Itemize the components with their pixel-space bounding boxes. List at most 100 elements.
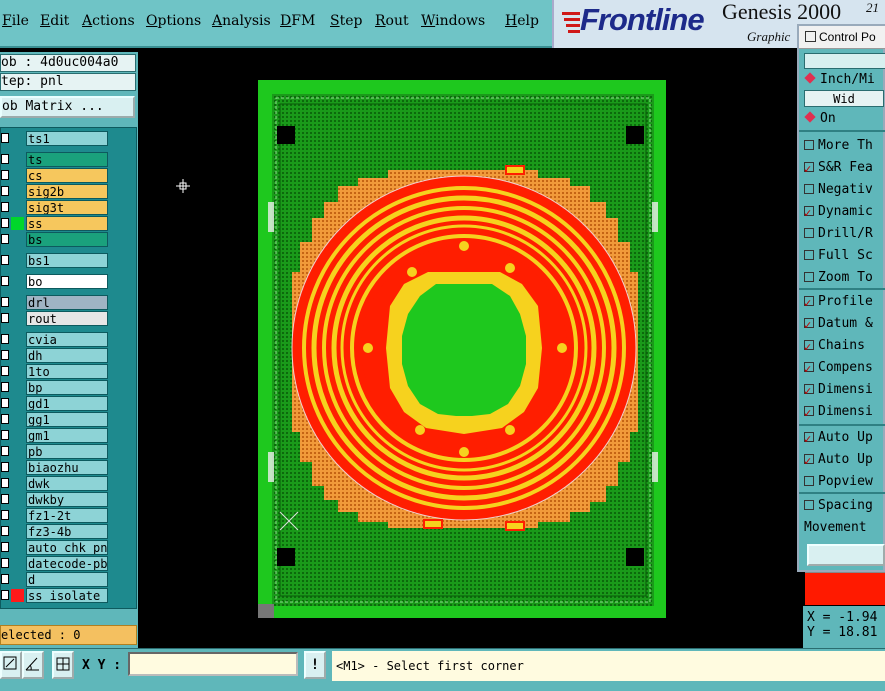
layer-row[interactable]: pb [1, 443, 137, 459]
layer-checkbox[interactable] [1, 462, 9, 472]
layer-checkbox[interactable] [1, 154, 9, 164]
zoom-tool-button[interactable] [0, 651, 22, 679]
checkbox-icon[interactable] [804, 250, 814, 260]
layer-swatch[interactable] [11, 333, 24, 346]
layer-row[interactable]: drl [1, 294, 137, 310]
graphic-canvas[interactable] [138, 52, 802, 648]
layer-checkbox[interactable] [1, 202, 9, 212]
layer-swatch[interactable] [11, 573, 24, 586]
layer-row[interactable]: dh [1, 347, 137, 363]
checkbox-checked-icon[interactable] [804, 451, 814, 470]
checkbox-checked-icon[interactable] [804, 359, 814, 378]
menu-edit[interactable]: Edit [40, 13, 69, 29]
layer-swatch[interactable] [11, 397, 24, 410]
layer-swatch[interactable] [11, 365, 24, 378]
layer-row[interactable]: bp [1, 379, 137, 395]
checkbox-checked-icon[interactable] [804, 159, 814, 178]
layer-row[interactable]: bs1 [1, 252, 137, 268]
layer-swatch[interactable] [11, 445, 24, 458]
checkbox-checked-icon[interactable] [804, 429, 814, 448]
layer-checkbox[interactable] [1, 446, 9, 456]
checkbox-checked-icon[interactable] [804, 381, 814, 400]
layer-row[interactable]: datecode-pb [1, 555, 137, 571]
layer-row[interactable]: bs [1, 231, 137, 247]
layer-swatch[interactable] [11, 275, 24, 288]
layer-swatch[interactable] [11, 589, 24, 602]
layer-checkbox[interactable] [1, 313, 9, 323]
layer-swatch[interactable] [11, 493, 24, 506]
menu-help[interactable]: Help [505, 13, 539, 29]
layer-row[interactable]: cs [1, 167, 137, 183]
option-checkbox[interactable]: S&R Fea [804, 158, 885, 178]
checkbox-icon[interactable] [804, 500, 814, 510]
layer-checkbox[interactable] [1, 234, 9, 244]
layer-swatch[interactable] [11, 477, 24, 490]
layer-swatch[interactable] [11, 233, 24, 246]
option-checkbox[interactable]: Chains [804, 336, 885, 356]
layer-swatch[interactable] [11, 557, 24, 570]
layer-checkbox[interactable] [1, 494, 9, 504]
menu-rout[interactable]: Rout [375, 13, 409, 29]
layer-swatch[interactable] [11, 312, 24, 325]
checkbox-icon[interactable] [804, 184, 814, 194]
layer-swatch[interactable] [11, 525, 24, 538]
layer-checkbox[interactable] [1, 590, 9, 600]
layer-checkbox[interactable] [1, 558, 9, 568]
layer-checkbox[interactable] [1, 218, 9, 228]
layer-checkbox[interactable] [1, 526, 9, 536]
layer-swatch[interactable] [11, 381, 24, 394]
units-radio[interactable]: Inch/Mi [804, 70, 885, 90]
layer-checkbox[interactable] [1, 430, 9, 440]
layer-checkbox[interactable] [1, 334, 9, 344]
layer-swatch[interactable] [11, 153, 24, 166]
layer-checkbox[interactable] [1, 366, 9, 376]
layer-checkbox[interactable] [1, 276, 9, 286]
option-checkbox[interactable]: Zoom To [804, 268, 885, 288]
layer-swatch[interactable] [11, 185, 24, 198]
layer-swatch[interactable] [11, 349, 24, 362]
option-checkbox[interactable]: More Th [804, 136, 885, 156]
layer-checkbox[interactable] [1, 414, 9, 424]
layer-swatch[interactable] [11, 461, 24, 474]
layer-checkbox[interactable] [1, 255, 9, 265]
option-checkbox[interactable]: Compens [804, 358, 885, 378]
layer-row[interactable]: gm1 [1, 427, 137, 443]
option-checkbox[interactable]: Dynamic [804, 202, 885, 222]
menu-file[interactable]: File [2, 13, 29, 29]
control-panel-field[interactable] [804, 53, 885, 69]
layer-checkbox[interactable] [1, 542, 9, 552]
layer-row[interactable]: biaozhu [1, 459, 137, 475]
xy-input[interactable] [128, 652, 298, 676]
layer-swatch[interactable] [11, 201, 24, 214]
layer-row[interactable]: ts1 [1, 130, 137, 146]
layer-row[interactable]: ss [1, 215, 137, 231]
checkbox-icon[interactable] [804, 228, 814, 238]
layer-swatch[interactable] [11, 296, 24, 309]
layer-row[interactable]: fz1-2t [1, 507, 137, 523]
layer-checkbox[interactable] [1, 382, 9, 392]
on-radio[interactable]: On [804, 109, 885, 129]
layer-row[interactable]: fz3-4b [1, 523, 137, 539]
menu-analysis[interactable]: Analysis [212, 13, 271, 29]
layer-row[interactable]: ss_isolate [1, 587, 137, 603]
layer-row[interactable]: sig2b [1, 183, 137, 199]
layer-row[interactable]: gd1 [1, 395, 137, 411]
layer-row[interactable]: 1to [1, 363, 137, 379]
layer-row[interactable]: rout [1, 310, 137, 326]
layer-row[interactable]: ts [1, 151, 137, 167]
layer-checkbox[interactable] [1, 297, 9, 307]
option-checkbox[interactable]: Negativ [804, 180, 885, 200]
option-checkbox[interactable]: Auto Up [804, 428, 885, 448]
control-panel-titlebar[interactable]: Control Po [799, 26, 885, 49]
layer-row[interactable]: dwkby [1, 491, 137, 507]
menu-options[interactable]: Options [146, 13, 201, 29]
grid-tool-button[interactable] [52, 651, 74, 679]
checkbox-icon[interactable] [804, 140, 814, 150]
control-panel-button[interactable] [807, 544, 885, 566]
layer-swatch[interactable] [11, 413, 24, 426]
menu-dfm[interactable]: DFM [280, 13, 315, 29]
layer-swatch[interactable] [11, 541, 24, 554]
option-checkbox[interactable]: Profile [804, 292, 885, 312]
menu-actions[interactable]: Actions [82, 13, 135, 29]
measure-tool-button[interactable] [22, 651, 44, 679]
